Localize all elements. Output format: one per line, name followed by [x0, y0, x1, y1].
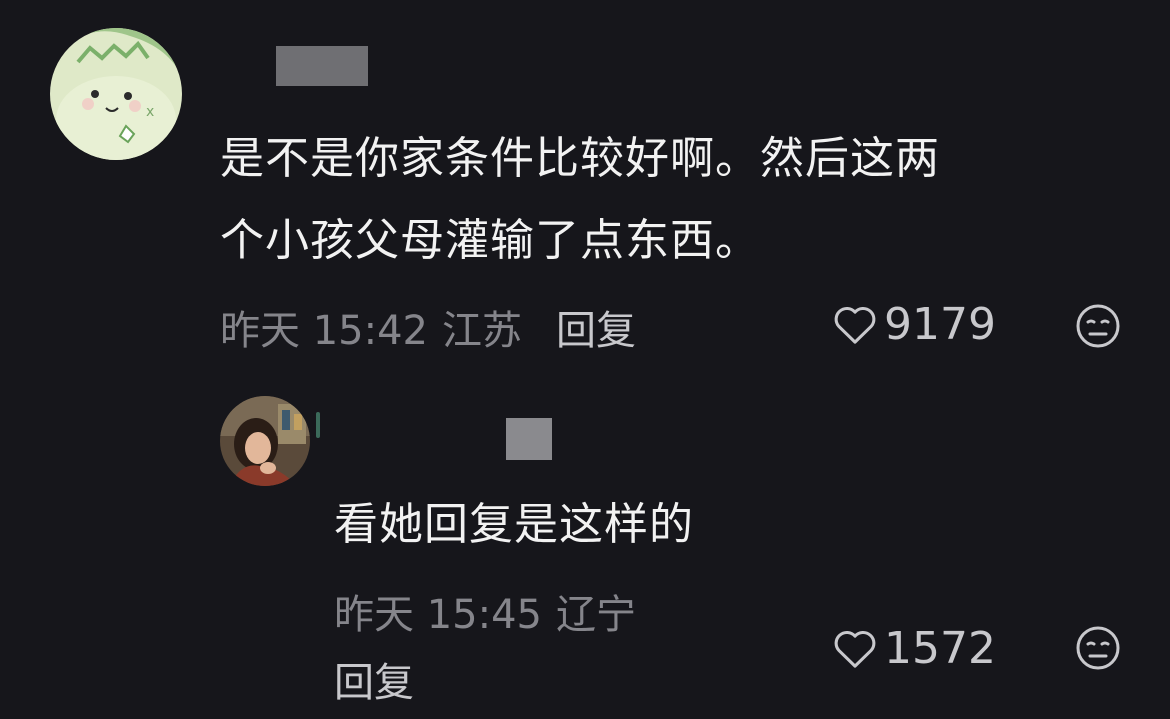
- comment-meta: 昨天 15:42 江苏 回复: [220, 298, 636, 356]
- photo-avatar-icon: [220, 396, 310, 486]
- comment-avatar[interactable]: x: [50, 28, 182, 160]
- like-button[interactable]: 1572: [832, 622, 996, 674]
- like-count: 9179: [884, 298, 996, 350]
- avatar-ring-decoration: [316, 412, 320, 438]
- comment-location: 江苏: [442, 308, 522, 354]
- reply-avatar[interactable]: [220, 396, 310, 486]
- reply-button[interactable]: 回复: [556, 298, 636, 356]
- green-cartoon-avatar-icon: x: [50, 28, 182, 160]
- username-redacted[interactable]: [506, 418, 552, 460]
- like-button[interactable]: 9179: [832, 298, 996, 350]
- meh-face-icon[interactable]: [1074, 624, 1122, 676]
- comment-line: 看她回复是这样的: [334, 499, 694, 550]
- heart-icon: [834, 307, 876, 344]
- comment-location: 辽宁: [556, 592, 636, 638]
- svg-text:x: x: [146, 104, 154, 120]
- like-count: 1572: [884, 622, 996, 674]
- username-redacted[interactable]: [276, 46, 368, 86]
- meh-face-icon[interactable]: [1074, 302, 1122, 354]
- reply-meta: 昨天 15:45 辽宁: [334, 582, 636, 640]
- reply-button[interactable]: 回复: [334, 650, 414, 708]
- comment-time: 昨天 15:42: [220, 308, 428, 354]
- comment-line: 个小孩父母灌输了点东西。: [220, 215, 760, 266]
- comment-line: 是不是你家条件比较好啊。然后这两: [220, 133, 940, 184]
- reply-text: 看她回复是这样的: [334, 484, 694, 566]
- comment-time: 昨天 15:45: [334, 592, 542, 638]
- heart-icon: [834, 631, 876, 668]
- comment-text: 是不是你家条件比较好啊。然后这两 个小孩父母灌输了点东西。: [220, 118, 940, 282]
